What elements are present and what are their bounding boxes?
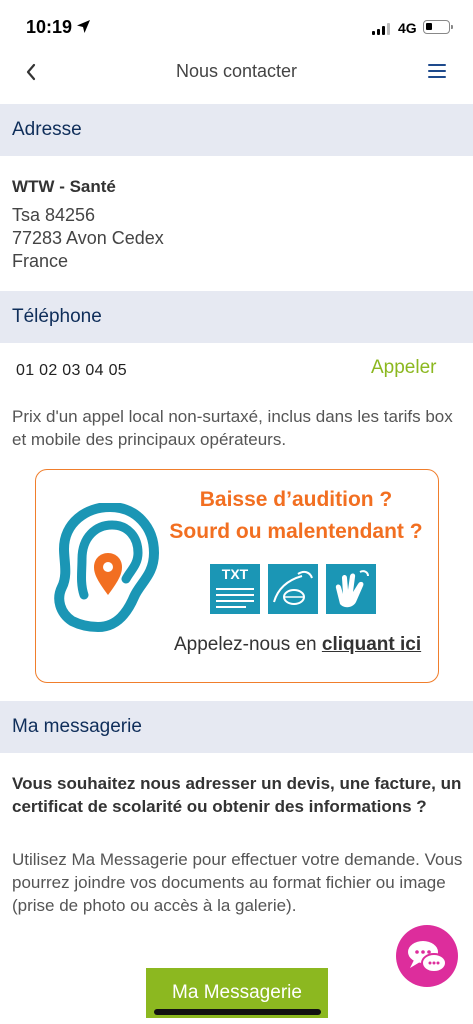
hearing-cta-prefix: Appelez-nous en <box>174 634 322 655</box>
hamburger-menu-icon[interactable] <box>428 64 446 82</box>
section-title-messaging: Ma messagerie <box>12 716 142 737</box>
section-header-address: Adresse <box>0 104 473 156</box>
home-indicator <box>154 1009 321 1015</box>
phone-note: Prix d'un appel local non-surtaxé, inclu… <box>12 407 453 449</box>
hearing-title-line-2: Sourd ou malentendant ? <box>169 520 423 543</box>
hearing-impaired-card[interactable]: Baisse d’audition ? Sourd ou malentendan… <box>35 469 439 683</box>
address-line-3: France <box>12 251 69 271</box>
hearing-cta: Appelez-nous en cliquant ici <box>174 634 421 656</box>
phone-number: 01 02 03 04 05 <box>16 362 127 379</box>
chat-bubbles-icon <box>408 941 447 973</box>
speech-reading-icon <box>268 564 318 614</box>
messaging-description: Utilisez Ma Messagerie pour effectuer vo… <box>12 850 463 915</box>
txt-relay-icon: TXT <box>210 564 260 614</box>
ear-location-icon <box>54 503 159 632</box>
section-title-phone: Téléphone <box>12 306 102 327</box>
section-header-messaging: Ma messagerie <box>0 701 473 753</box>
call-button[interactable]: Appeler <box>371 357 437 379</box>
address-line-1: Tsa 84256 <box>12 205 96 225</box>
hearing-title-line-1: Baisse d’audition ? <box>199 488 393 511</box>
txt-label: TXT <box>221 566 249 582</box>
sign-language-icon <box>326 564 376 614</box>
nav-bar: Nous contacter <box>0 50 473 104</box>
status-bar: 10:19 4G <box>0 0 473 50</box>
network-type: 4G <box>398 20 417 36</box>
section-header-phone: Téléphone <box>0 291 473 343</box>
chevron-left-icon <box>26 63 36 81</box>
chat-button[interactable] <box>396 925 458 987</box>
address-name: WTW - Santé <box>12 177 116 196</box>
address-line-2: 77283 Avon Cedex <box>12 228 164 248</box>
messaging-intro: Vous souhaitez nous adresser un devis, u… <box>12 774 462 816</box>
battery-icon <box>423 20 453 34</box>
back-button[interactable] <box>24 59 38 90</box>
hearing-cta-link[interactable]: cliquant ici <box>322 634 421 655</box>
status-time: 10:19 <box>26 17 73 37</box>
page-title: Nous contacter <box>175 61 298 81</box>
section-title-address: Adresse <box>12 119 82 140</box>
location-arrow-icon <box>77 20 90 33</box>
signal-strength-icon <box>372 23 390 35</box>
